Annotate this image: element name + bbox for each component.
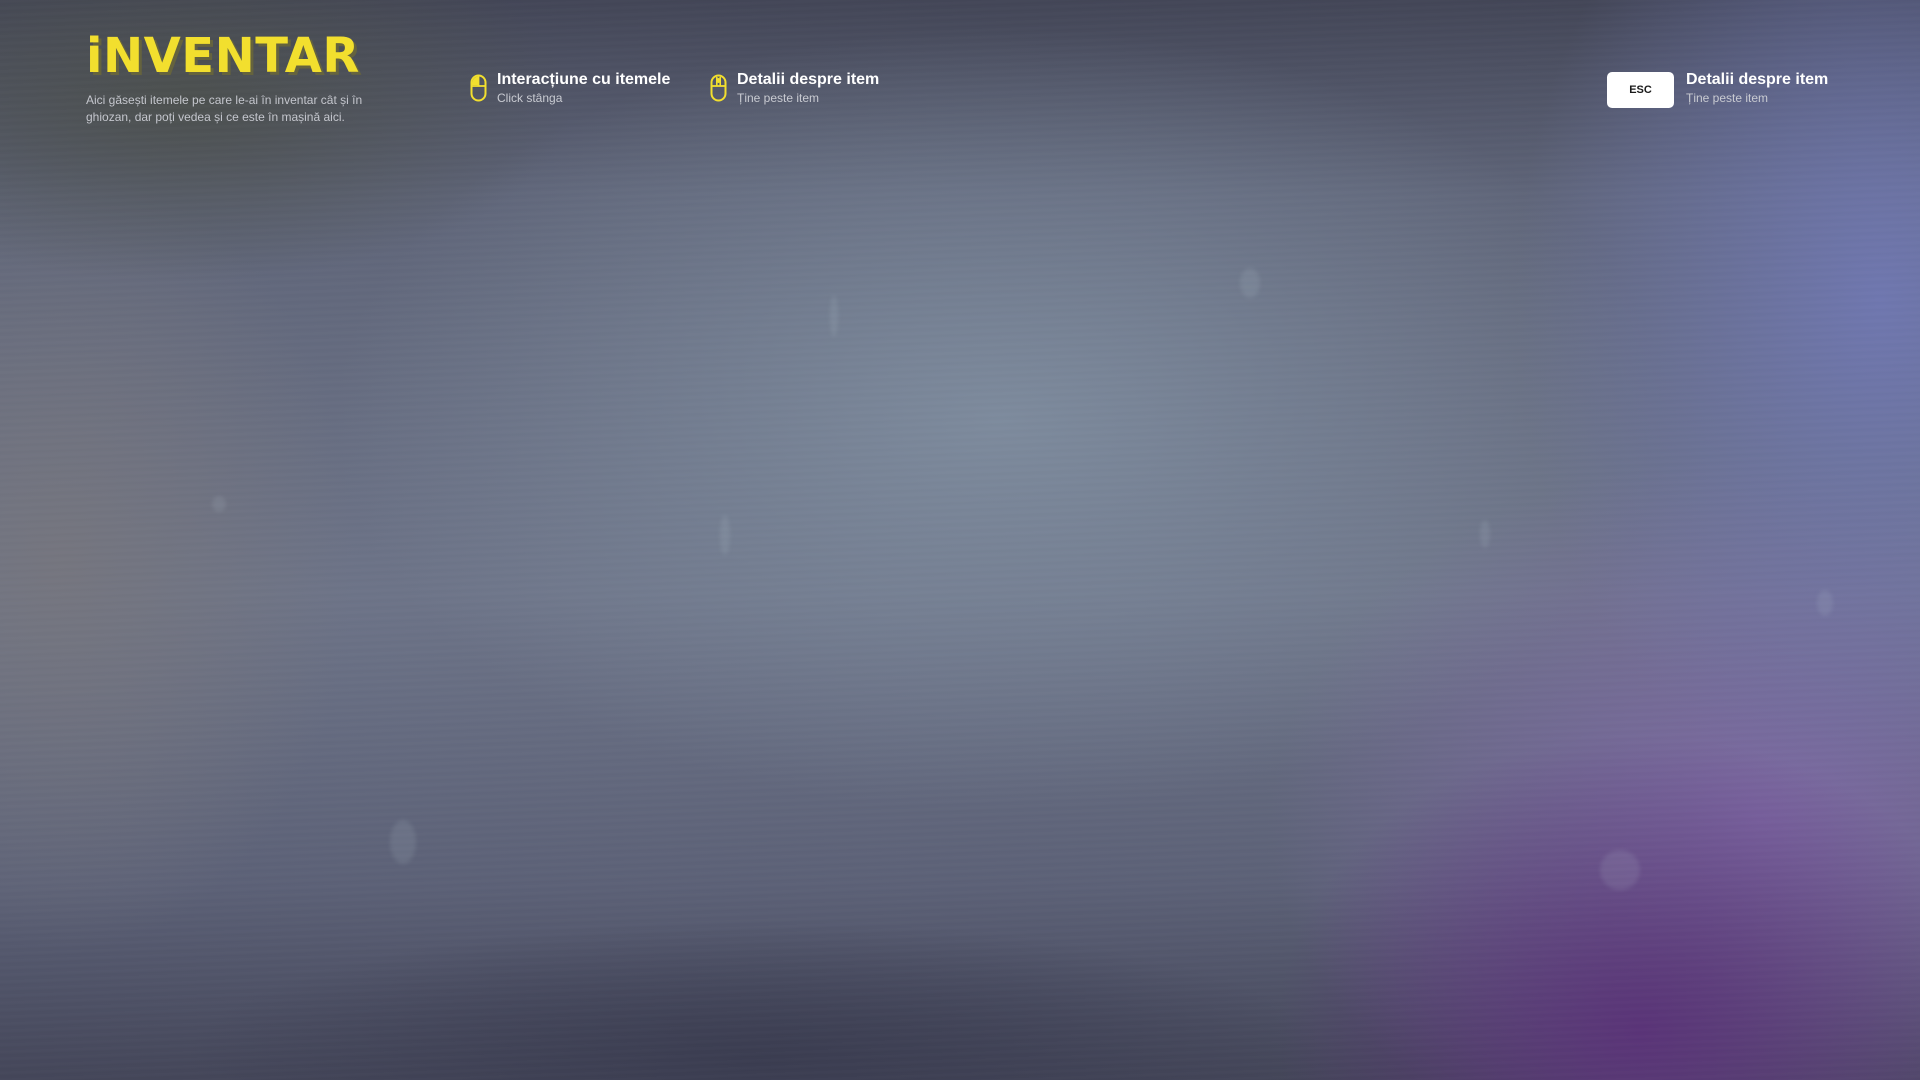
hint-close: ESC Detalii despre item Ține peste item	[1607, 71, 1828, 108]
background-speck	[212, 496, 226, 512]
background-speck	[1480, 520, 1490, 548]
hint-subtitle: Ține peste item	[737, 91, 820, 105]
background-speck	[390, 820, 416, 864]
esc-key-button[interactable]: ESC	[1607, 72, 1674, 108]
hint-title: Detalii despre item	[737, 71, 880, 88]
page-description: Aici găsești itemele pe care le-ai în in…	[86, 93, 363, 124]
hint-item-interaction: Interacțiune cu itemele Click stânga	[470, 71, 670, 107]
hint-title: Interacțiune cu itemele	[497, 71, 671, 88]
mouse-left-click-icon	[470, 74, 487, 102]
background-speck	[720, 515, 730, 555]
page-title: iNVENTAR	[86, 28, 360, 84]
inventory-header: iNVENTAR Aici găsești itemele pe care le…	[86, 26, 396, 126]
hint-title: Detalii despre item	[1686, 71, 1829, 88]
mouse-hover-icon	[710, 74, 727, 102]
hint-item-details: Detalii despre item Ține peste item	[710, 71, 879, 107]
hint-subtitle: Click stânga	[497, 91, 563, 105]
hint-subtitle: Ține peste item	[1686, 91, 1769, 105]
background-texture	[0, 0, 1920, 1080]
background-speck	[1600, 850, 1640, 890]
background-speck	[1817, 590, 1833, 616]
background-speck	[1240, 268, 1260, 298]
background-speck	[830, 295, 838, 337]
